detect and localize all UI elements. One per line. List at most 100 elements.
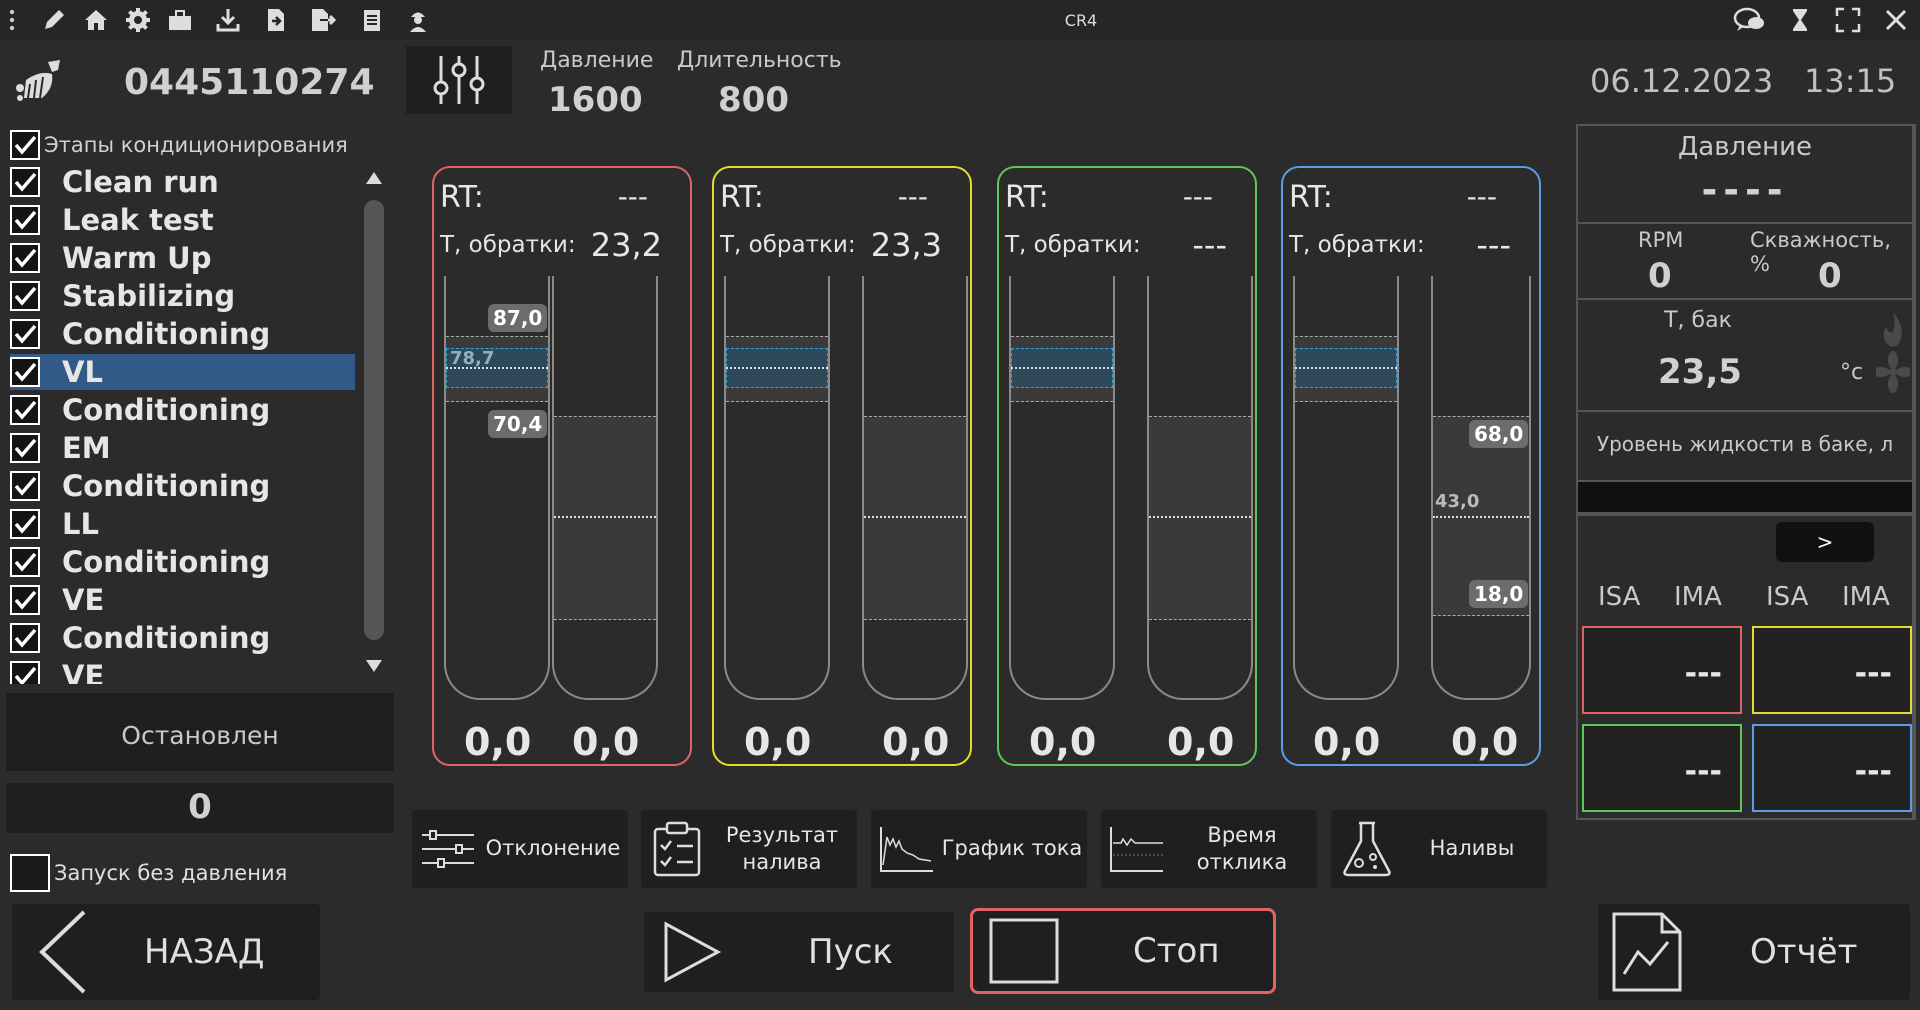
stage-checkbox[interactable]: [10, 623, 40, 653]
stages-list[interactable]: Clean run Leak test Warm Up Stabilizing Cond…: [0, 164, 360, 684]
stop-button[interactable]: Стоп: [970, 908, 1276, 994]
fullscreen-icon[interactable]: [1834, 6, 1862, 34]
stage-checkbox[interactable]: [10, 319, 40, 349]
stage-item[interactable]: Conditioning: [10, 392, 355, 428]
pressure-label: Давление: [540, 48, 654, 73]
stage-item[interactable]: Leak test: [10, 202, 355, 238]
tank-temp-box: Т, бак 23,5 °c: [1578, 300, 1912, 410]
pressure-box: Давление ----: [1578, 126, 1912, 222]
current-graph-icon: [877, 825, 937, 873]
report-button[interactable]: Отчёт: [1598, 904, 1910, 1000]
duration-label: Длительность: [677, 48, 842, 73]
stage-label: Leak test: [62, 203, 214, 237]
settings-sliders-button[interactable]: [406, 46, 512, 114]
injector-card: RT: --- Т, обратки: 23,3 0,0 0,0: [712, 166, 972, 766]
stage-label: Conditioning: [62, 393, 271, 427]
stage-checkbox[interactable]: [10, 205, 40, 235]
rt-value: ---: [897, 180, 928, 213]
stage-item[interactable]: VL: [10, 354, 355, 390]
chat-icon[interactable]: [1732, 6, 1766, 34]
no-pressure-label: Запуск без давления: [54, 861, 288, 885]
stage-item[interactable]: EM: [10, 430, 355, 466]
stage-label: Conditioning: [62, 469, 271, 503]
header: 0445110274 Давление 1600 Длительность 80…: [0, 40, 1920, 122]
cleaning-brush-icon[interactable]: [14, 58, 66, 104]
stage-checkbox[interactable]: [10, 433, 40, 463]
stage-checkbox[interactable]: [10, 471, 40, 501]
stage-label: VE: [62, 659, 105, 684]
stage-item[interactable]: Conditioning: [10, 316, 355, 352]
heater-fan-icon: [1876, 308, 1910, 398]
stage-checkbox[interactable]: [10, 357, 40, 387]
stage-item[interactable]: VE: [10, 658, 355, 684]
stage-checkbox[interactable]: [10, 661, 40, 684]
rt-label: RT:: [1005, 180, 1049, 215]
delivery-tube-left: [1293, 276, 1399, 700]
hourglass-icon[interactable]: [1786, 6, 1814, 34]
status-count: 0: [188, 787, 212, 827]
duty-value: 0: [1818, 256, 1842, 296]
stage-label: Stabilizing: [62, 279, 236, 313]
delivery-tube-left: [1009, 276, 1115, 700]
nominal-line: [1433, 516, 1529, 518]
no-pressure-checkbox[interactable]: [10, 854, 50, 892]
stage-item[interactable]: Conditioning: [10, 620, 355, 656]
rt-value: ---: [617, 180, 648, 213]
scroll-up-icon[interactable]: [366, 172, 382, 184]
isa-label-1: ISA: [1598, 582, 1641, 612]
stage-item[interactable]: VE: [10, 582, 355, 618]
delivery-tube-right: [552, 276, 658, 700]
stage-item[interactable]: Conditioning: [10, 544, 355, 580]
stage-item[interactable]: Clean run: [10, 164, 355, 200]
stage-item[interactable]: Warm Up: [10, 240, 355, 276]
stage-item[interactable]: Stabilizing: [10, 278, 355, 314]
stage-label: VE: [62, 583, 105, 617]
tool-button[interactable]: Время отклика: [1101, 810, 1317, 888]
tool-button[interactable]: Наливы: [1331, 810, 1547, 888]
upper-limit-tag: 87,0: [488, 304, 548, 332]
stage-checkbox[interactable]: [10, 509, 40, 539]
play-icon: [662, 920, 722, 984]
rpm-value: 0: [1648, 256, 1672, 296]
tool-button[interactable]: График тока: [871, 810, 1087, 888]
stage-checkbox[interactable]: [10, 547, 40, 577]
return-temp-value: ---: [1476, 226, 1511, 264]
chevron-left-icon: [38, 910, 88, 994]
delivery-tube-right: [1147, 276, 1253, 700]
stage-label: Warm Up: [62, 241, 212, 275]
stage-item[interactable]: Conditioning: [10, 468, 355, 504]
injector-card: RT: --- Т, обратки: 23,2 87,0 78,7 70,4 0,0 0,0: [432, 166, 692, 766]
nominal-line: [726, 367, 828, 369]
start-button[interactable]: Пуск: [644, 912, 954, 992]
scroll-down-icon[interactable]: [366, 660, 382, 672]
stage-item[interactable]: LL: [10, 506, 355, 542]
right-delivery-value: 0,0: [1167, 720, 1235, 764]
right-delivery-value: 0,0: [572, 720, 640, 764]
isa-ima-cell-3: ---: [1582, 724, 1742, 812]
stages-scrollbar[interactable]: [360, 164, 388, 684]
stage-label: VL: [62, 355, 103, 389]
tolerance-band: [1149, 416, 1251, 620]
flask-icon: [1337, 821, 1397, 877]
stage-checkbox[interactable]: [10, 167, 40, 197]
sliders-icon: [418, 827, 478, 871]
back-button[interactable]: НАЗАД: [12, 904, 320, 1000]
stage-checkbox[interactable]: [10, 585, 40, 615]
next-page-button[interactable]: >: [1776, 522, 1874, 562]
return-temp-label: Т, обратки:: [1289, 232, 1425, 258]
stage-checkbox[interactable]: [10, 395, 40, 425]
stage-checkbox[interactable]: [10, 281, 40, 311]
injector-serial: 0445110274: [124, 62, 375, 103]
rt-label: RT:: [440, 180, 484, 215]
stages-all-checkbox[interactable]: [10, 130, 40, 160]
upper-limit-tag: 68,0: [1469, 420, 1529, 448]
nominal-line: [864, 516, 966, 518]
scroll-thumb[interactable]: [364, 200, 384, 640]
tool-button[interactable]: Отклонение: [412, 810, 628, 888]
stage-checkbox[interactable]: [10, 243, 40, 273]
close-icon[interactable]: [1882, 6, 1910, 34]
tool-button[interactable]: Результат налива: [641, 810, 857, 888]
tank-level-box: Уровень жидкости в баке, л: [1578, 412, 1912, 480]
stage-label: Conditioning: [62, 317, 271, 351]
window-title: CR4: [1064, 11, 1098, 30]
